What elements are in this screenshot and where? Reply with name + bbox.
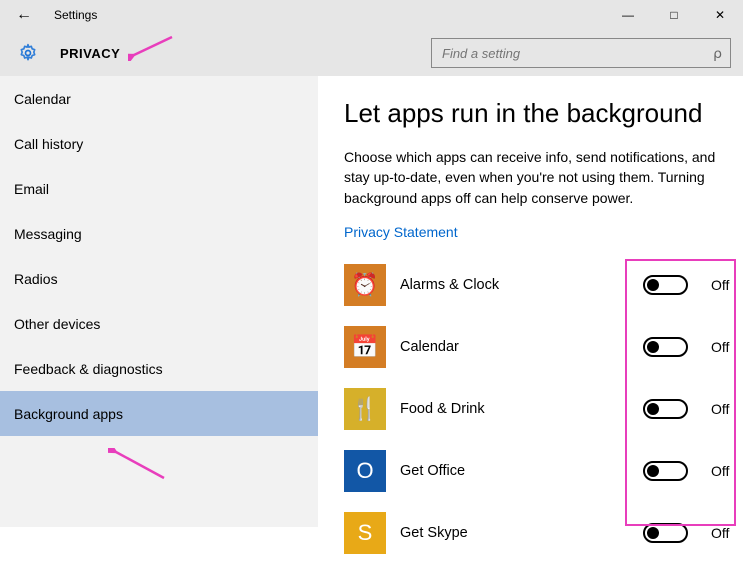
toggle-state-label: Off bbox=[705, 401, 743, 417]
main-content: Let apps run in the background Choose wh… bbox=[318, 76, 743, 527]
skype-icon: S bbox=[344, 512, 386, 554]
sidebar-item-call-history[interactable]: Call history bbox=[0, 121, 318, 166]
gear-icon bbox=[18, 43, 38, 63]
app-row: 🍴 Food & Drink Off bbox=[344, 378, 743, 440]
window-controls: — □ ✕ bbox=[605, 0, 743, 30]
toggle-switch[interactable] bbox=[643, 461, 688, 481]
minimize-icon: — bbox=[622, 8, 634, 22]
toggle-state-label: Off bbox=[705, 277, 743, 293]
app-label: Get Skype bbox=[400, 525, 643, 541]
app-row: S Get Skype Off bbox=[344, 502, 743, 564]
app-label: Calendar bbox=[400, 339, 643, 355]
privacy-statement-link[interactable]: Privacy Statement bbox=[344, 224, 458, 240]
app-label: Get Office bbox=[400, 463, 643, 479]
food-icon: 🍴 bbox=[344, 388, 386, 430]
sidebar-item-label: Radios bbox=[14, 271, 58, 287]
sidebar-item-label: Background apps bbox=[14, 406, 123, 422]
toggle-switch[interactable] bbox=[643, 523, 688, 543]
back-button[interactable]: ← bbox=[0, 0, 48, 30]
close-icon: ✕ bbox=[715, 8, 725, 22]
sidebar-item-feedback-diagnostics[interactable]: Feedback & diagnostics bbox=[0, 346, 318, 391]
window-title: Settings bbox=[48, 0, 605, 30]
page-title: Let apps run in the background bbox=[344, 98, 743, 129]
office-icon: O bbox=[344, 450, 386, 492]
sidebar-item-email[interactable]: Email bbox=[0, 166, 318, 211]
maximize-icon: □ bbox=[670, 8, 677, 22]
sidebar-item-calendar[interactable]: Calendar bbox=[0, 76, 318, 121]
minimize-button[interactable]: — bbox=[605, 0, 651, 30]
maximize-button[interactable]: □ bbox=[651, 0, 697, 30]
toggle-switch[interactable] bbox=[643, 337, 688, 357]
calendar-icon: 📅 bbox=[344, 326, 386, 368]
app-label: Alarms & Clock bbox=[400, 277, 643, 293]
app-row: ⏰ Alarms & Clock Off bbox=[344, 254, 743, 316]
toggle-state-label: Off bbox=[705, 525, 743, 541]
toggle-state-label: Off bbox=[705, 463, 743, 479]
toggle-switch[interactable] bbox=[643, 275, 688, 295]
back-arrow-icon: ← bbox=[16, 6, 32, 24]
search-input[interactable] bbox=[442, 46, 713, 61]
search-icon: ⍴ bbox=[713, 45, 722, 62]
sidebar-item-background-apps[interactable]: Background apps bbox=[0, 391, 318, 436]
sidebar-item-label: Feedback & diagnostics bbox=[14, 361, 163, 377]
sidebar-item-radios[interactable]: Radios bbox=[0, 256, 318, 301]
header: PRIVACY ⍴ bbox=[0, 30, 743, 76]
titlebar: ← Settings — □ ✕ bbox=[0, 0, 743, 30]
page-description: Choose which apps can receive info, send… bbox=[344, 147, 724, 208]
sidebar-item-label: Call history bbox=[14, 136, 83, 152]
section-title: PRIVACY bbox=[60, 46, 120, 61]
body: Calendar Call history Email Messaging Radios… bbox=[0, 76, 743, 527]
toggle-state-label: Off bbox=[705, 339, 743, 355]
app-list: ⏰ Alarms & Clock Off 📅 Calendar Off 🍴 Food & Dr… bbox=[344, 254, 743, 564]
sidebar-item-label: Calendar bbox=[14, 91, 71, 107]
app-row: 📅 Calendar Off bbox=[344, 316, 743, 378]
alarm-icon: ⏰ bbox=[344, 264, 386, 306]
search-field[interactable]: ⍴ bbox=[431, 38, 731, 68]
sidebar-item-messaging[interactable]: Messaging bbox=[0, 211, 318, 256]
toggle-switch[interactable] bbox=[643, 399, 688, 419]
sidebar-item-label: Email bbox=[14, 181, 49, 197]
sidebar: Calendar Call history Email Messaging Radios… bbox=[0, 76, 318, 527]
sidebar-item-label: Other devices bbox=[14, 316, 100, 332]
sidebar-item-label: Messaging bbox=[14, 226, 82, 242]
close-button[interactable]: ✕ bbox=[697, 0, 743, 30]
sidebar-item-other-devices[interactable]: Other devices bbox=[0, 301, 318, 346]
app-label: Food & Drink bbox=[400, 401, 643, 417]
app-row: O Get Office Off bbox=[344, 440, 743, 502]
